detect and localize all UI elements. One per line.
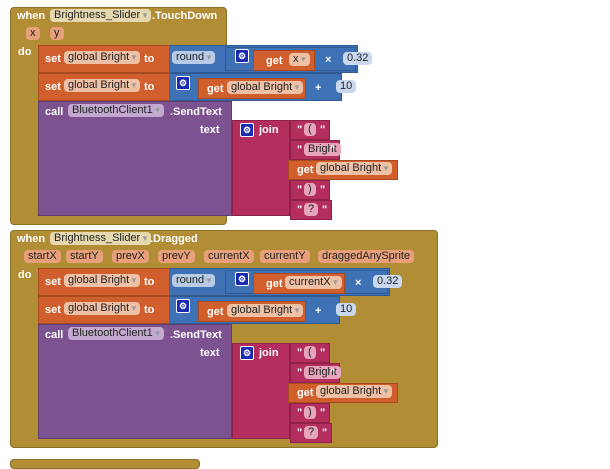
variable-dropdown[interactable]: global Bright [64, 302, 141, 315]
quote-mark: " [297, 427, 303, 439]
quote-mark: " [330, 144, 336, 156]
text-value[interactable]: ? [304, 203, 319, 216]
do-label: do [18, 46, 32, 58]
get-label: get [297, 387, 314, 399]
mutator-gear-icon[interactable]: ⚙ [235, 49, 249, 63]
text-value[interactable]: ? [304, 426, 319, 439]
quote-mark: " [322, 204, 328, 216]
set-label: set [45, 53, 61, 65]
quote-mark: " [322, 427, 328, 439]
get-variable-dropdown[interactable]: global Bright [316, 162, 393, 175]
quote-mark: " [297, 144, 303, 156]
set-label: set [45, 304, 61, 316]
get-variable-dropdown[interactable]: global Bright [316, 385, 393, 398]
event-name-label: .Dragged [150, 233, 198, 245]
mutator-gear-icon[interactable]: ⚙ [176, 299, 190, 313]
param-draggedAnySprite[interactable]: draggedAnySprite [318, 250, 415, 263]
quote-mark: " [297, 184, 303, 196]
event-block-partial[interactable] [10, 459, 200, 469]
text-value[interactable]: ) [304, 183, 316, 196]
get-label: get [266, 55, 283, 67]
when-label: when [17, 10, 46, 22]
quote-mark: " [320, 407, 326, 419]
param-currentX[interactable]: currentX [204, 250, 254, 263]
component-dropdown[interactable]: BluetoothClient1 [68, 104, 164, 117]
get-label: get [207, 83, 224, 95]
round-dropdown[interactable]: round [172, 51, 216, 64]
set-label: set [45, 276, 61, 288]
quote-mark: " [297, 367, 303, 379]
quote-mark: " [330, 367, 336, 379]
param-currentY[interactable]: currentY [260, 250, 310, 263]
mutator-gear-icon[interactable]: ⚙ [240, 346, 254, 360]
quote-mark: " [297, 124, 303, 136]
number-field[interactable]: 0.32 [343, 52, 373, 65]
param-y[interactable]: y [50, 27, 64, 40]
to-label: to [144, 53, 155, 65]
event-name-label: .TouchDown [152, 10, 218, 22]
text-arg-label: text [200, 347, 220, 359]
param-startY[interactable]: startY [66, 250, 103, 263]
set-label: set [45, 81, 61, 93]
number-field[interactable]: 10 [336, 303, 357, 316]
text-value[interactable]: ( [304, 123, 316, 136]
get-label: get [207, 306, 224, 318]
join-label: join [259, 347, 279, 359]
quote-mark: " [297, 407, 303, 419]
multiply-operator: × [355, 277, 362, 289]
component-dropdown[interactable]: Brightness_Slider [50, 232, 152, 245]
method-label: .SendText [170, 106, 222, 118]
mutator-gear-icon[interactable]: ⚙ [176, 76, 190, 90]
variable-dropdown[interactable]: global Bright [64, 79, 141, 92]
quote-mark: " [320, 184, 326, 196]
number-field[interactable]: 0.32 [373, 275, 403, 288]
do-label: do [18, 269, 32, 281]
quote-mark: " [320, 347, 326, 359]
param-prevX[interactable]: prevX [112, 250, 149, 263]
variable-dropdown[interactable]: global Bright [64, 51, 141, 64]
quote-mark: " [297, 347, 303, 359]
call-label: call [45, 106, 64, 118]
add-operator: + [315, 82, 322, 94]
get-variable-dropdown[interactable]: x [289, 53, 310, 66]
add-operator: + [315, 305, 322, 317]
param-x[interactable]: x [26, 27, 40, 40]
text-value[interactable]: ( [304, 346, 316, 359]
get-variable-dropdown[interactable]: global Bright [227, 81, 304, 94]
mutator-gear-icon[interactable]: ⚙ [240, 123, 254, 137]
method-label: .SendText [170, 329, 222, 341]
get-variable-dropdown[interactable]: global Bright [227, 304, 304, 317]
get-label: get [297, 164, 314, 176]
quote-mark: " [320, 124, 326, 136]
round-dropdown[interactable]: round [172, 274, 216, 287]
text-arg-label: text [200, 124, 220, 136]
to-label: to [144, 276, 155, 288]
number-field[interactable]: 10 [336, 80, 357, 93]
call-label: call [45, 329, 64, 341]
text-value[interactable]: ) [304, 406, 316, 419]
to-label: to [144, 81, 155, 93]
to-label: to [144, 304, 155, 316]
component-dropdown[interactable]: BluetoothClient1 [68, 327, 164, 340]
text-value[interactable]: Bright [304, 366, 341, 379]
when-label: when [17, 233, 46, 245]
multiply-operator: × [325, 54, 332, 66]
param-startX[interactable]: startX [24, 250, 61, 263]
text-value[interactable]: Bright [304, 143, 341, 156]
get-variable-dropdown[interactable]: currentX [285, 276, 342, 289]
variable-dropdown[interactable]: global Bright [64, 274, 141, 287]
get-label: get [266, 278, 283, 290]
param-prevY[interactable]: prevY [158, 250, 195, 263]
component-dropdown[interactable]: Brightness_Slider [50, 9, 152, 22]
quote-mark: " [297, 204, 303, 216]
mutator-gear-icon[interactable]: ⚙ [235, 272, 249, 286]
join-label: join [259, 124, 279, 136]
